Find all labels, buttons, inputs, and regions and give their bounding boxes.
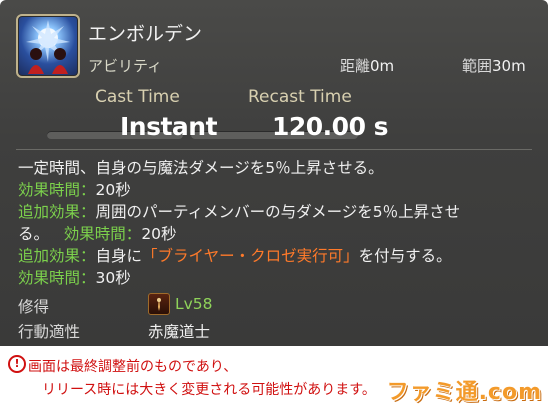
effect-duration-3: 効果時間：30秒 [18,267,538,289]
cast-time-label: Cast Time [95,87,180,107]
additional-effect-2: 追加効果：自身に「ブライヤー・クロゼ実行可」を付与する。 [18,245,538,267]
description-main-text: 一定時間、自身の与魔法ダメージを5％上昇させる。 [18,159,384,177]
additional-effect-pre: 自身に [95,247,143,265]
additional-effect-label: 追加効果： [18,203,96,221]
red-mage-job-icon [148,293,170,315]
acquired-label: 修得 [18,298,50,316]
status-highlight: 「ブライヤー・クロゼ実行可」 [142,247,359,265]
watermark-logo: ファミ通.com [386,380,542,405]
radius-label: 範囲 [462,57,493,75]
recast-time-label: Recast Time [248,87,352,107]
description: 一定時間、自身の与魔法ダメージを5％上昇させる。 効果時間：20秒 追加効果：周… [18,157,538,289]
additional-effect-label: 追加効果： [18,247,96,265]
cast-time-value: Instant [120,112,218,141]
tooltip-panel: エンボルデン アビリティ 距離0m 範囲30m Cast Time Recast… [0,0,548,346]
additional-effect-post: を付与する。 [358,247,452,265]
divider [16,149,532,150]
duration-value: 20秒 [95,181,131,199]
skill-type: アビリティ [88,57,163,75]
notice-line-1: 画面は最終調整前のものであり、 [28,359,238,375]
warning-icon: ! [8,355,26,373]
notice-area: ! 画面は最終調整前のものであり、 リリース時には大きく変更される可能性がありま… [0,346,548,407]
range-stat: 距離0m [340,55,394,76]
effect-duration-1: 効果時間：20秒 [18,179,538,201]
skill-icon [16,14,80,78]
additional-effect-text: 周囲のパーティメンバーの与ダメージを5％上昇させ [95,203,461,221]
radius-stat: 範囲30m [462,55,526,76]
duration-value: 30秒 [95,269,131,287]
additional-effect-text-cont: る。 [18,225,50,243]
recast-time-value: 120.00 s [272,112,389,141]
duration-label: 効果時間： [63,225,142,243]
duration-label: 効果時間： [18,269,96,287]
duration-value: 20秒 [141,225,177,243]
radius-value: 30m [492,57,526,75]
range-value: 0m [370,57,395,75]
duration-label: 効果時間： [18,181,96,199]
notice-line-2: リリース時には大きく変更される可能性があります。 [42,382,376,398]
job-value: 赤魔道士 [148,323,211,341]
job-label: 行動適性 [18,323,81,341]
skill-name: エンボルデン [88,23,203,45]
description-line: 一定時間、自身の与魔法ダメージを5％上昇させる。 [18,157,538,179]
range-label: 距離 [340,57,371,75]
acquired-level: Lv58 [175,295,213,313]
additional-effect-1: 追加効果：周囲のパーティメンバーの与ダメージを5％上昇させ [18,201,538,223]
effect-duration-2: る。 効果時間：20秒 [18,223,538,245]
